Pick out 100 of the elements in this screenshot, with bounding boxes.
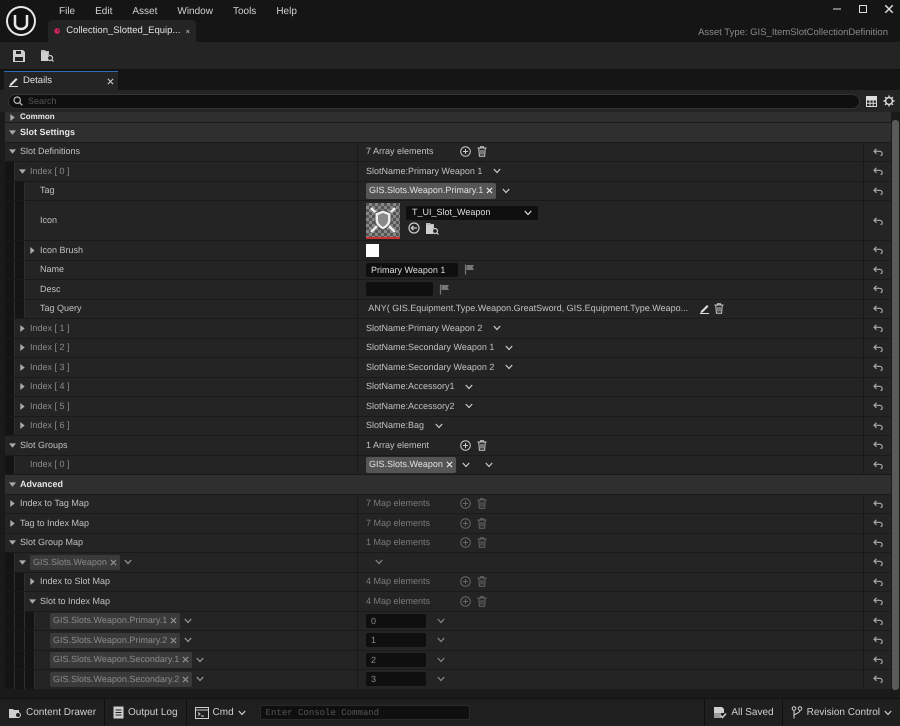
property-row[interactable]: Icon Brush xyxy=(5,241,891,260)
property-row[interactable]: Icon T_UI_Slot_Weapon xyxy=(5,201,891,241)
menu-item[interactable]: Edit xyxy=(85,4,122,19)
flag-icon[interactable] xyxy=(439,284,450,295)
settings-icon[interactable] xyxy=(883,95,895,107)
collapse-arrow-icon[interactable] xyxy=(28,598,36,605)
flag-icon[interactable] xyxy=(464,264,475,276)
expand-arrow-icon[interactable] xyxy=(28,578,36,586)
reset-icon[interactable] xyxy=(872,656,882,664)
property-row[interactable]: Tag Query ANY( GIS.Equipment.Type.Weapon.GreatSword, GIS.Equipment.Type.Weapo... xyxy=(5,300,891,319)
property-row[interactable]: Tag GIS.Slots.Weapon.Primary.1 xyxy=(5,182,891,201)
property-row[interactable]: Slot Definitions 7 Array elements xyxy=(5,142,891,162)
reset-icon[interactable] xyxy=(872,402,882,410)
browse-icon[interactable] xyxy=(424,222,439,236)
browse-icon[interactable] xyxy=(40,49,54,62)
property-row[interactable]: GIS.Slots.Weapon.Primary.2 1 xyxy=(5,631,891,650)
output-log-button[interactable]: Output Log xyxy=(105,699,187,726)
all-saved-button[interactable]: All Saved xyxy=(704,699,783,726)
remove-icon[interactable] xyxy=(170,617,178,624)
chevron-down-icon[interactable] xyxy=(492,168,501,174)
expand-arrow-icon[interactable] xyxy=(18,324,26,332)
maximize-icon[interactable] xyxy=(858,4,868,14)
expand-arrow-icon[interactable] xyxy=(8,520,16,527)
document-tab[interactable]: Collection_Slotted_Equip... xyxy=(48,20,196,42)
cmd-dropdown[interactable]: Cmd xyxy=(186,699,254,726)
reset-icon[interactable] xyxy=(872,636,882,644)
collapse-arrow-icon[interactable] xyxy=(9,480,16,488)
chevron-down-icon[interactable] xyxy=(462,462,470,468)
menu-item[interactable]: Help xyxy=(266,4,307,19)
chevron-down-icon[interactable] xyxy=(504,344,513,351)
expand-arrow-icon[interactable] xyxy=(18,383,26,390)
remove-icon[interactable] xyxy=(182,676,190,683)
collapse-arrow-icon[interactable] xyxy=(18,168,26,175)
use-selected-icon[interactable] xyxy=(408,222,420,234)
property-row[interactable]: Slot Groups 1 Array element xyxy=(5,436,891,456)
search-field[interactable]: Search xyxy=(8,94,860,108)
menu-item[interactable]: Window xyxy=(167,4,223,19)
text-field[interactable]: Primary Weapon 1 xyxy=(366,262,458,277)
reset-icon[interactable] xyxy=(872,441,882,450)
property-row[interactable]: Index [ 4 ] SlotName:Accessory1 xyxy=(5,378,891,397)
content-drawer-button[interactable]: Content Drawer xyxy=(0,699,106,726)
expand-arrow-icon[interactable] xyxy=(18,402,26,410)
property-row[interactable]: Index [ 3 ] SlotName:Secondary Weapon 2 xyxy=(5,358,891,378)
property-row[interactable]: Index [ 0 ] SlotName:Primary Weapon 1 xyxy=(5,162,891,182)
reset-icon[interactable] xyxy=(872,246,882,254)
reset-icon[interactable] xyxy=(872,167,882,176)
revision-control-button[interactable]: Revision Control xyxy=(782,699,900,726)
chevron-down-icon[interactable] xyxy=(502,188,510,194)
reset-icon[interactable] xyxy=(872,382,882,391)
collapse-arrow-icon[interactable] xyxy=(18,558,26,566)
close-icon[interactable] xyxy=(884,4,894,14)
reset-icon[interactable] xyxy=(872,519,882,528)
remove-icon[interactable] xyxy=(170,636,178,644)
reset-icon[interactable] xyxy=(872,578,882,586)
collapse-arrow-icon[interactable] xyxy=(8,442,16,449)
reset-icon[interactable] xyxy=(872,344,882,352)
expand-arrow-icon[interactable] xyxy=(18,364,26,371)
property-row[interactable]: GIS.Slots.Weapon.Secondary.1 2 xyxy=(5,650,891,670)
property-row[interactable]: Index [ 0 ] GIS.Slots.Weapon xyxy=(5,456,891,475)
expand-arrow-icon[interactable] xyxy=(8,500,16,508)
menu-item[interactable]: Asset xyxy=(122,4,168,19)
reset-icon[interactable] xyxy=(872,422,882,430)
scrollbar-thumb[interactable] xyxy=(892,120,899,690)
chevron-down-icon[interactable] xyxy=(465,384,474,390)
reset-icon[interactable] xyxy=(872,363,882,372)
reset-icon[interactable] xyxy=(872,216,882,224)
property-row[interactable]: Index [ 5 ] SlotName:Accessory2 xyxy=(5,397,891,416)
close-icon[interactable] xyxy=(186,28,190,34)
texture-dropdown[interactable]: T_UI_Slot_Weapon xyxy=(406,206,538,220)
collapse-arrow-icon[interactable] xyxy=(9,128,16,136)
chevron-down-icon[interactable] xyxy=(484,462,493,468)
document-tab-title[interactable]: Collection_Slotted_Equip... xyxy=(66,24,180,38)
menu-item[interactable]: Tools xyxy=(222,4,266,19)
chevron-down-icon[interactable] xyxy=(884,710,892,716)
property-row[interactable]: Index [ 6 ] SlotName:Bag xyxy=(5,416,891,436)
logo-icon[interactable] xyxy=(5,5,37,37)
reset-icon[interactable] xyxy=(872,324,882,332)
expand-arrow-icon[interactable] xyxy=(18,422,26,430)
table-view-icon[interactable] xyxy=(866,96,877,106)
details-tab[interactable]: Details xyxy=(4,71,118,90)
number-field[interactable]: 3 xyxy=(366,672,426,686)
property-row[interactable]: Index [ 2 ] SlotName:Secondary Weapon 1 xyxy=(5,338,891,358)
category-header[interactable]: Slot Settings xyxy=(5,123,891,142)
collapse-arrow-icon[interactable] xyxy=(8,148,16,156)
number-field[interactable]: 0 xyxy=(366,614,426,628)
category-header[interactable]: Common xyxy=(5,112,891,123)
tag-chip[interactable]: GIS.Slots.Weapon xyxy=(366,457,456,472)
property-row[interactable]: Name Primary Weapon 1 xyxy=(5,260,891,280)
menu-item[interactable]: File xyxy=(49,4,86,19)
close-icon[interactable] xyxy=(107,78,114,84)
expand-arrow-icon[interactable] xyxy=(28,246,36,254)
property-row[interactable]: Index [ 1 ] SlotName:Primary Weapon 2 xyxy=(5,319,891,338)
tag-chip[interactable]: GIS.Slots.Weapon.Primary.1 xyxy=(366,183,496,198)
chevron-down-icon[interactable] xyxy=(238,710,246,716)
remove-icon[interactable] xyxy=(110,558,117,566)
reset-icon[interactable] xyxy=(872,285,882,294)
reset-icon[interactable] xyxy=(872,186,882,195)
property-row[interactable]: Desc xyxy=(5,280,891,300)
property-row[interactable]: GIS.Slots.Weapon.Secondary.2 3 xyxy=(5,670,891,690)
number-field[interactable]: 1 xyxy=(366,633,426,648)
